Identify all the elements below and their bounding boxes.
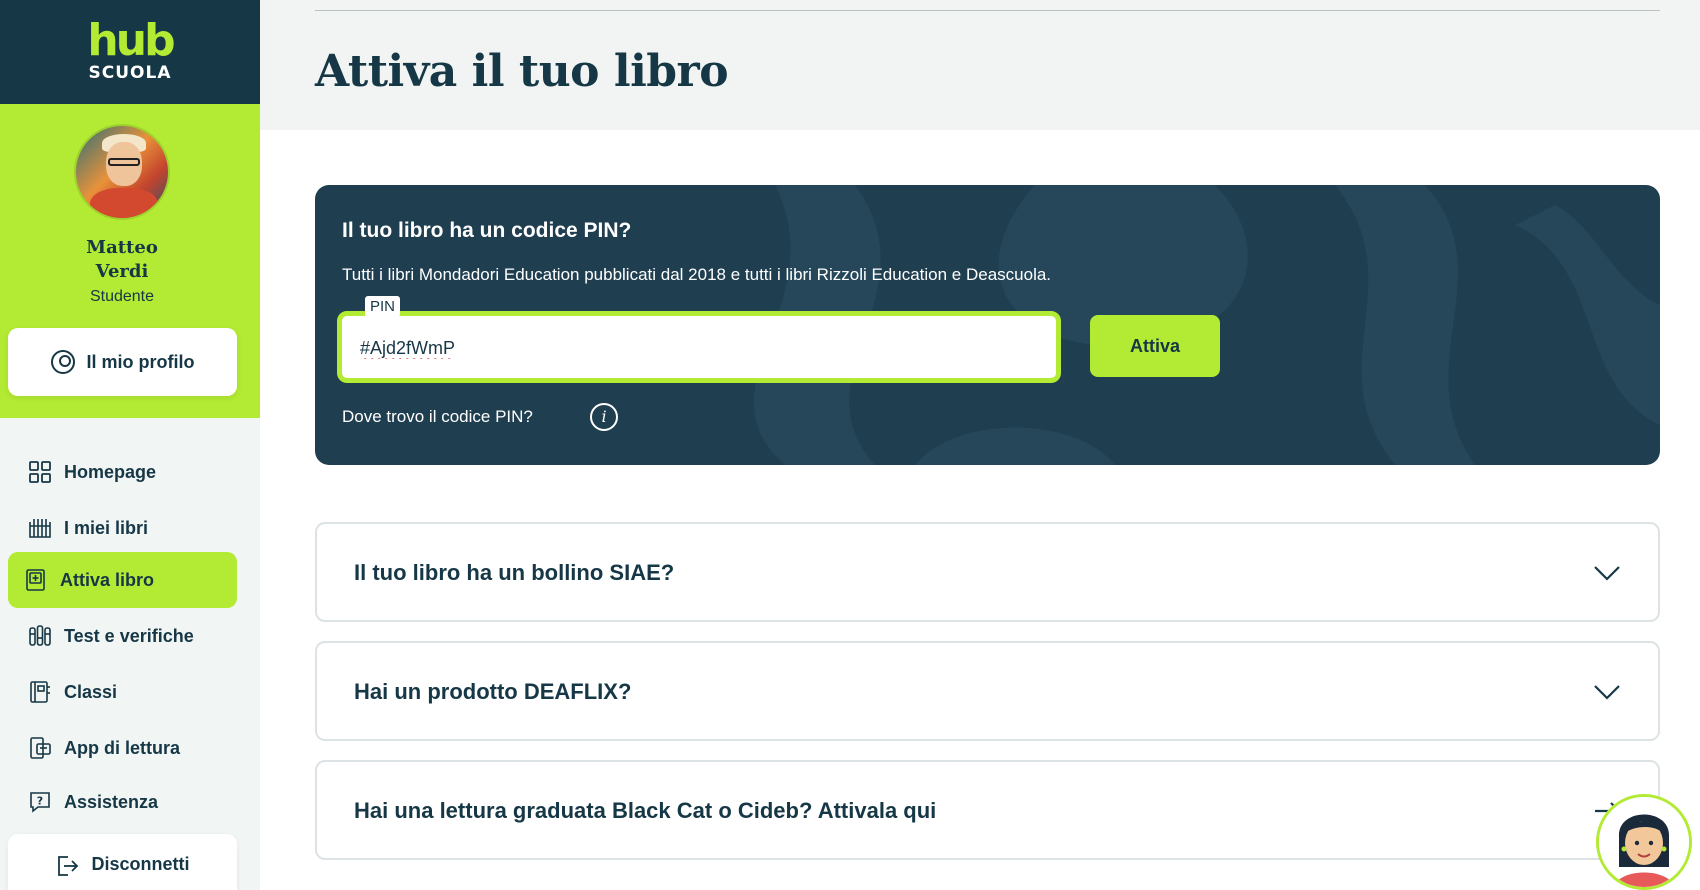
chat-assistant-button[interactable] — [1596, 794, 1692, 890]
my-profile-label: Il mio profilo — [86, 351, 195, 372]
pin-card-description: Tutti i libri Mondadori Education pubbli… — [342, 265, 1052, 284]
accordion-label: Hai una lettura graduata Black Cat o Cid… — [354, 798, 937, 823]
pin-activation-card: Il tuo libro ha un codice PIN? Tutti i l… — [315, 185, 1660, 465]
accordion-black-cat[interactable]: Hai una lettura graduata Black Cat o Cid… — [315, 760, 1660, 860]
sidebar-item-label: I miei libri — [64, 517, 149, 538]
svg-text:?: ? — [37, 795, 43, 808]
reading-app-icon — [30, 737, 51, 759]
sidebar-item-classes[interactable]: Classi — [8, 664, 237, 720]
accordion-deaflix[interactable]: Hai un prodotto DEAFLIX? — [315, 641, 1660, 741]
profile-panel: Matteo Verdi Studente Il mio profilo — [0, 104, 260, 418]
grid-icon — [29, 461, 51, 483]
logo-hub-text: hub — [87, 15, 175, 66]
my-profile-button[interactable]: Il mio profilo — [8, 328, 237, 396]
classes-icon — [30, 681, 50, 703]
avatar — [74, 124, 170, 220]
pin-field-label: PIN — [365, 296, 401, 317]
user-icon — [50, 350, 75, 374]
sidebar-item-my-books[interactable]: I miei libri — [8, 500, 237, 556]
chevron-down-icon — [1594, 685, 1620, 700]
pin-field-wrapper — [337, 311, 1061, 383]
books-icon — [29, 519, 51, 538]
sidebar-item-tests[interactable]: Test e verifiche — [8, 608, 237, 664]
pin-input[interactable] — [342, 316, 1056, 378]
logo-scuola-text: SCUOLA — [88, 63, 172, 83]
activate-book-icon — [26, 569, 45, 591]
page-header: Attiva il tuo libro — [260, 0, 1700, 130]
sidebar-item-help[interactable]: ? Assistenza — [8, 774, 237, 830]
tests-icon — [29, 625, 51, 646]
info-icon[interactable]: i — [590, 403, 618, 431]
user-name: Matteo Verdi — [0, 236, 244, 284]
where-is-pin-link[interactable]: Dove trovo il codice PIN? — [342, 407, 533, 427]
sidebar-item-label: Classi — [64, 681, 118, 702]
sidebar-item-reading-app[interactable]: App di lettura — [8, 720, 237, 776]
sidebar-item-activate-book[interactable]: Attiva libro — [8, 552, 237, 608]
logout-icon — [58, 856, 79, 876]
sidebar-item-label: Attiva libro — [60, 569, 155, 590]
chevron-down-icon — [1594, 566, 1620, 581]
sidebar-item-homepage[interactable]: Homepage — [8, 444, 237, 500]
sidebar: hub SCUOLA Matteo Verdi Studente Il mio … — [0, 0, 260, 890]
pin-card-title: Il tuo libro ha un codice PIN? — [342, 219, 632, 242]
user-last-name: Verdi — [95, 261, 149, 282]
accordion-label: Il tuo libro ha un bollino SIAE? — [354, 560, 675, 585]
user-role: Studente — [89, 288, 155, 305]
sidebar-item-label: Assistenza — [64, 791, 159, 812]
page-title: Attiva il tuo libro — [315, 46, 729, 97]
accordion-siae[interactable]: Il tuo libro ha un bollino SIAE? — [315, 522, 1660, 622]
logout-button[interactable]: Disconnetti — [8, 834, 237, 890]
assistant-avatar-icon — [1599, 797, 1689, 887]
logout-label: Disconnetti — [91, 854, 190, 874]
sidebar-item-label: Homepage — [64, 461, 157, 482]
help-icon: ? — [30, 792, 50, 813]
main-content: Attiva il tuo libro Il tuo libro ha un c… — [260, 0, 1700, 890]
user-first-name: Matteo — [86, 237, 158, 258]
hub-scuola-logo[interactable]: hub SCUOLA — [0, 0, 260, 104]
sidebar-item-label: Test e verifiche — [64, 625, 194, 646]
sidebar-item-label: App di lettura — [64, 737, 180, 758]
accordion-label: Hai un prodotto DEAFLIX? — [354, 679, 632, 704]
activate-button[interactable]: Attiva — [1090, 315, 1220, 377]
header-divider — [315, 10, 1660, 11]
